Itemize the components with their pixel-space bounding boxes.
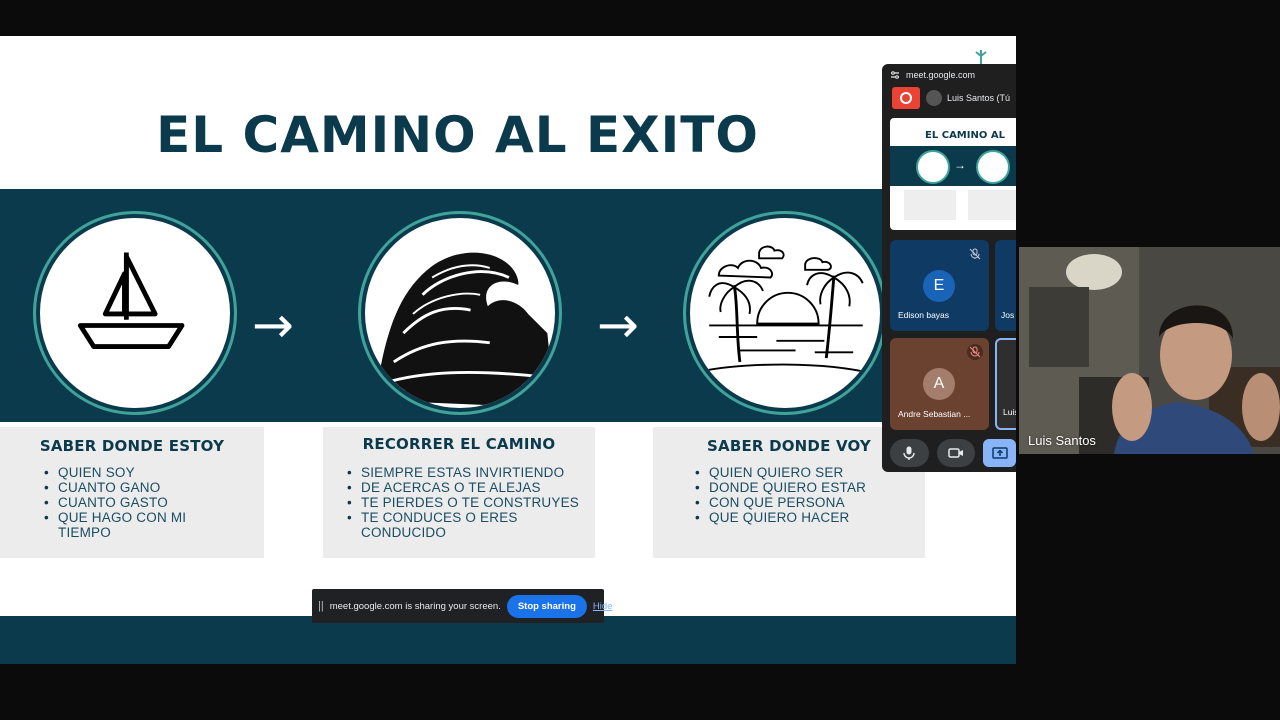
mic-off-icon	[969, 248, 981, 260]
present-icon	[991, 447, 1008, 459]
avatar	[926, 90, 942, 106]
participant-name: Luis	[1003, 407, 1016, 417]
arrow-right-icon: →	[954, 158, 966, 172]
thumbnail-card	[968, 190, 1016, 220]
microphone-icon	[903, 446, 915, 460]
list-item: SIEMPRE ESTAS INVIRTIENDO	[343, 465, 595, 480]
meet-toolbar: Luis Santos (Tú	[882, 86, 1016, 110]
arrow-right-icon: →	[597, 296, 639, 354]
microphone-button[interactable]	[890, 439, 929, 467]
participant-tile[interactable]: Jos	[995, 240, 1016, 331]
list-item: QUE QUIERO HACER	[691, 510, 925, 525]
logo-icon	[975, 50, 987, 64]
slide-title: EL CAMINO AL EXITO	[156, 106, 759, 164]
share-message: meet.google.com is sharing your screen.	[329, 600, 501, 612]
list-item: DE ACERCAS O TE ALEJAS	[343, 480, 595, 495]
list-item: CUANTO GANO	[40, 480, 264, 495]
avatar: A	[923, 368, 955, 400]
list-item: TE PIERDES O TE CONSTRUYES	[343, 495, 595, 510]
card-saber-donde-estoy: SABER DONDE ESTOY QUIEN SOY CUANTO GANO …	[0, 427, 264, 558]
card-heading: SABER DONDE ESTOY	[39, 437, 225, 455]
navy-footer-band	[0, 616, 1016, 664]
sailboat-icon	[36, 214, 234, 412]
person-video-image	[1019, 247, 1280, 454]
thumbnail-title: EL CAMINO AL	[925, 130, 1005, 141]
thumbnail-card	[904, 190, 956, 220]
stop-sharing-button[interactable]: Stop sharing	[506, 594, 587, 618]
presenter-chip[interactable]: Luis Santos (Tú	[926, 90, 1010, 106]
list-item: TE CONDUCES O ERES CONDUCIDO	[343, 510, 543, 540]
record-icon	[900, 92, 912, 104]
drag-handle-icon[interactable]: ||	[318, 600, 324, 612]
url-text: meet.google.com	[906, 70, 976, 80]
site-settings-icon[interactable]	[890, 70, 900, 80]
list-item: CUANTO GASTO	[40, 495, 264, 510]
record-button[interactable]	[892, 87, 920, 109]
camera-icon	[948, 448, 963, 458]
list-item: DONDE QUIERO ESTAR	[691, 480, 925, 495]
presentation-slide: EL CAMINO AL EXITO → → SABER DONDE ESTOY…	[0, 36, 1016, 664]
wave-icon	[361, 214, 559, 412]
mic-off-icon	[967, 344, 983, 360]
participant-name: Andre Sebastian ...	[898, 409, 971, 419]
avatar: E	[923, 270, 955, 302]
screen: EL CAMINO AL EXITO → → SABER DONDE ESTOY…	[0, 0, 1280, 720]
participant-tile[interactable]: A Andre Sebastian ...	[890, 338, 989, 430]
participant-tile[interactable]: E Edison bayas	[890, 240, 989, 331]
card-heading: RECORRER EL CAMINO	[362, 435, 556, 453]
presentation-thumbnail[interactable]: EL CAMINO AL →	[890, 118, 1016, 230]
card-recorrer-el-camino: RECORRER EL CAMINO SIEMPRE ESTAS INVIRTI…	[323, 427, 595, 558]
call-controls	[890, 436, 1016, 470]
url-bar: meet.google.com	[882, 64, 1016, 86]
list-item: QUIEN SOY	[40, 465, 264, 480]
screen-share-bar: || meet.google.com is sharing your scree…	[312, 589, 612, 623]
hide-link[interactable]: Hide	[593, 601, 613, 612]
present-screen-button[interactable]	[983, 439, 1016, 467]
participant-tile[interactable]: Luis	[995, 338, 1016, 430]
list-item: QUE HAGO CON MI TIEMPO	[40, 510, 210, 540]
sailboat-icon	[916, 150, 950, 184]
participant-name-label: Luis Santos	[1028, 433, 1096, 448]
camera-button[interactable]	[936, 439, 976, 467]
meet-window: meet.google.com Luis Santos (Tú EL CAMIN…	[882, 64, 1016, 472]
participant-name: Edison bayas	[898, 310, 950, 320]
arrow-right-icon: →	[252, 296, 294, 354]
presenter-name: Luis Santos (Tú	[947, 93, 1011, 103]
camera-video: Luis Santos	[1019, 247, 1280, 454]
beach-island-icon	[686, 214, 884, 412]
wave-icon	[976, 150, 1010, 184]
participant-name: Jos	[1001, 310, 1015, 320]
list-item: CON QUE PERSONA	[691, 495, 925, 510]
